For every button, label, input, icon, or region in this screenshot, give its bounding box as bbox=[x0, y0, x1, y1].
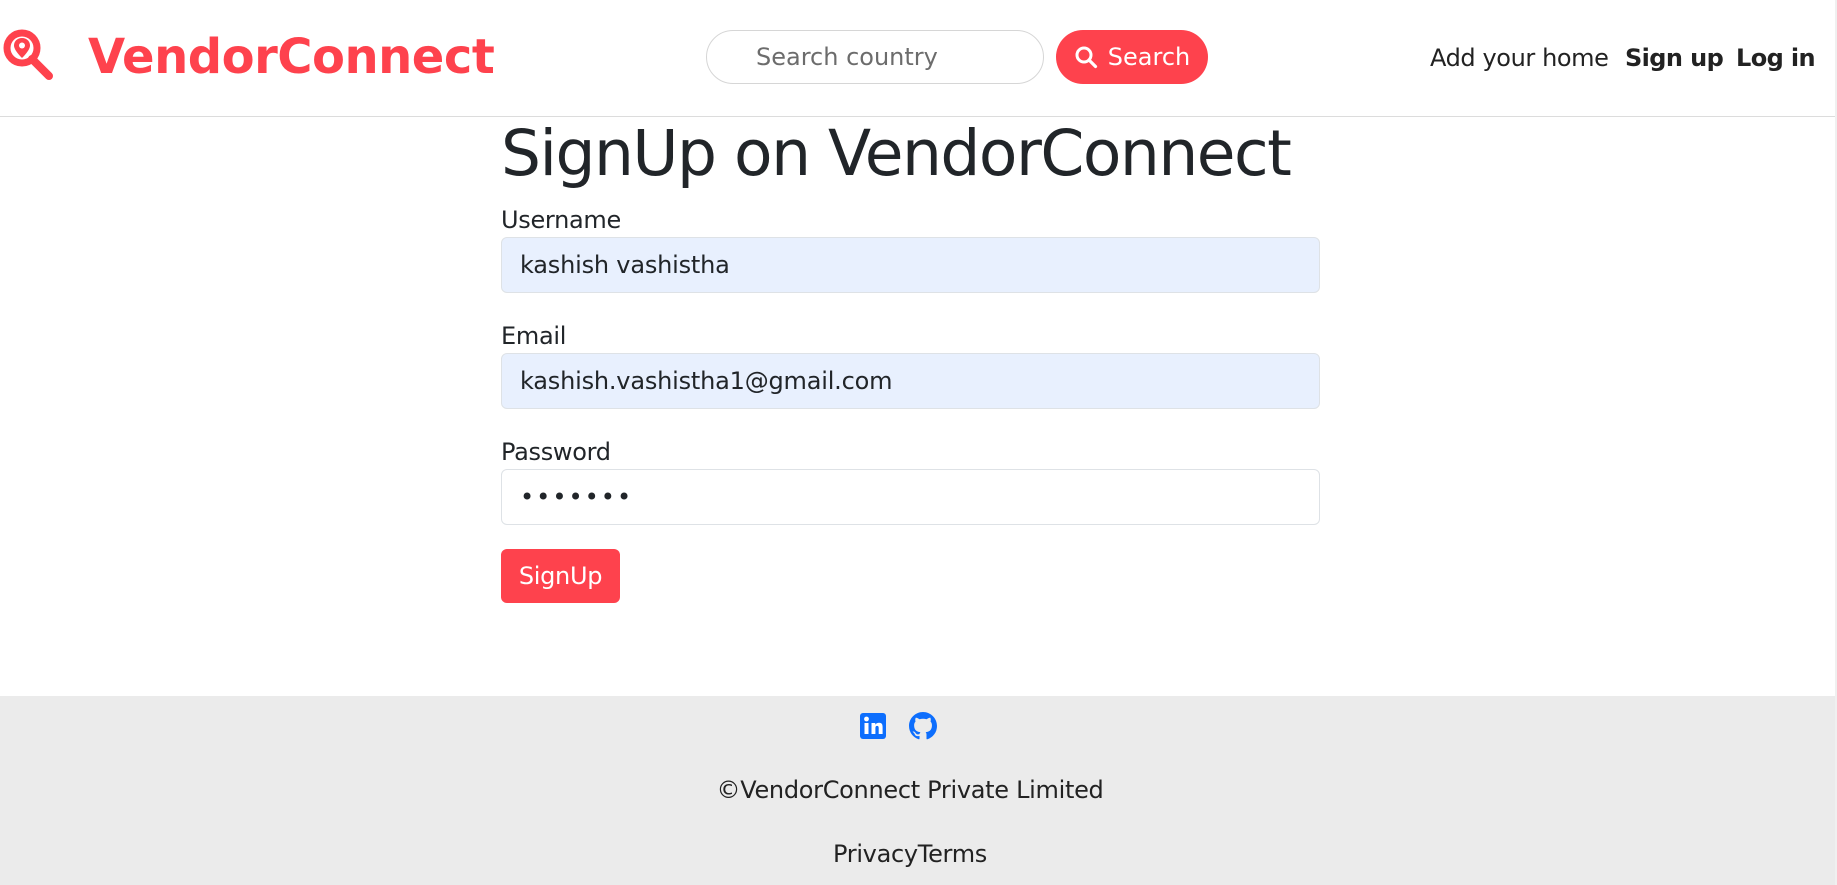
footer-links: PrivacyTerms bbox=[0, 840, 1820, 868]
password-label: Password bbox=[501, 438, 611, 466]
email-field[interactable] bbox=[501, 353, 1320, 409]
github-icon[interactable] bbox=[909, 712, 937, 740]
username-label: Username bbox=[501, 206, 621, 234]
page: VendorConnect Search Add your home Sign … bbox=[0, 0, 1837, 885]
page-title: SignUp on VendorConnect bbox=[501, 117, 1292, 190]
add-your-home-link[interactable]: Add your home bbox=[1430, 40, 1609, 76]
brand-name[interactable]: VendorConnect bbox=[88, 24, 495, 90]
password-field[interactable] bbox=[501, 469, 1320, 525]
signup-submit-button[interactable]: SignUp bbox=[501, 549, 620, 603]
search-country-input[interactable] bbox=[706, 30, 1044, 84]
search-button[interactable]: Search bbox=[1056, 30, 1208, 84]
search-button-label: Search bbox=[1107, 43, 1191, 71]
search-icon bbox=[1075, 46, 1097, 69]
main-area: VendorConnect Search Add your home Sign … bbox=[0, 0, 1835, 885]
log-in-link[interactable]: Log in bbox=[1736, 40, 1816, 76]
username-field[interactable] bbox=[501, 237, 1320, 293]
map-pin-search-icon[interactable] bbox=[2, 29, 54, 81]
email-label: Email bbox=[501, 322, 567, 350]
sign-up-link[interactable]: Sign up bbox=[1625, 40, 1724, 76]
terms-link[interactable]: Terms bbox=[918, 840, 987, 868]
copyright-text: ©VendorConnect Private Limited bbox=[716, 776, 1104, 804]
linkedin-icon[interactable] bbox=[859, 712, 887, 740]
navbar: VendorConnect Search Add your home Sign … bbox=[0, 0, 1835, 117]
privacy-link[interactable]: Privacy bbox=[833, 840, 918, 868]
